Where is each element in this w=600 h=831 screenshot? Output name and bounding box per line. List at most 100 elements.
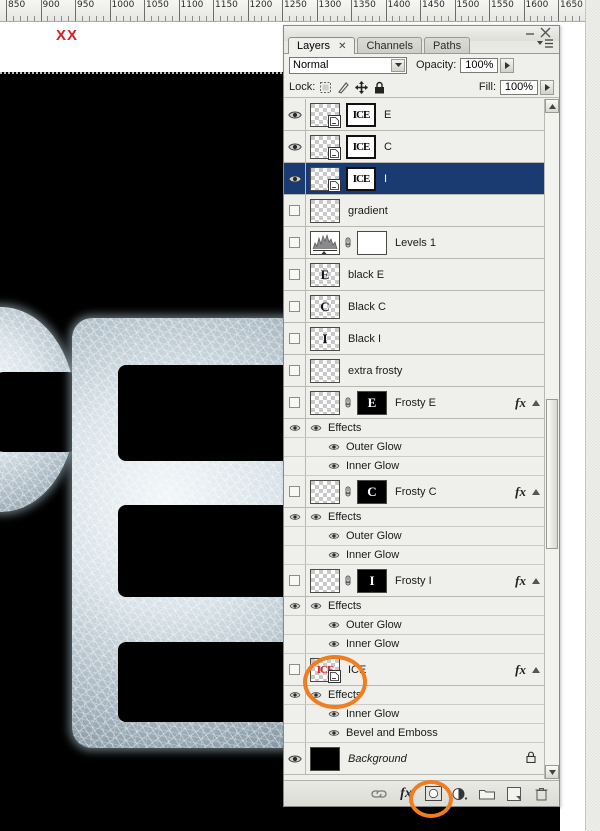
layer-visibility-toggle[interactable]: [284, 565, 306, 596]
layer-name[interactable]: I: [384, 173, 387, 185]
effect-eye-icon[interactable]: [328, 550, 340, 560]
layer-name[interactable]: gradient: [348, 205, 388, 217]
effect-eye-icon[interactable]: [328, 531, 340, 541]
panel-menu-icon[interactable]: [536, 37, 554, 51]
tab-layers[interactable]: Layers ✕: [288, 37, 356, 54]
layer-row[interactable]: ICE C: [284, 131, 544, 163]
layer-name[interactable]: Frosty C: [395, 486, 437, 498]
lock-all-icon[interactable]: [372, 80, 387, 94]
layer-thumbnail[interactable]: [310, 198, 340, 223]
layer-row[interactable]: C Black C: [284, 291, 544, 323]
effect-eye-icon[interactable]: [328, 620, 340, 630]
effects-visibility-toggle[interactable]: [284, 508, 306, 526]
tab-paths[interactable]: Paths: [423, 37, 471, 54]
layer-name[interactable]: Black I: [348, 333, 381, 345]
blend-mode-select[interactable]: Normal: [289, 56, 407, 74]
expand-effects-icon[interactable]: [530, 664, 542, 676]
layer-row[interactable]: Levels 1: [284, 227, 544, 259]
new-layer-button[interactable]: [502, 784, 526, 804]
chevron-down-icon[interactable]: [391, 58, 405, 72]
effects-eye-icon[interactable]: [310, 601, 322, 611]
expand-effects-icon[interactable]: [530, 397, 542, 409]
layer-effect-row[interactable]: Inner Glow: [284, 457, 544, 476]
mask-link-icon[interactable]: [343, 235, 352, 250]
layer-row[interactable]: E Frosty E fx: [284, 387, 544, 419]
layer-visibility-toggle[interactable]: [284, 163, 306, 194]
effects-eye-icon[interactable]: [310, 423, 322, 433]
layer-row[interactable]: C Frosty C fx: [284, 476, 544, 508]
layer-name[interactable]: C: [384, 141, 392, 153]
effect-visibility-cell[interactable]: [284, 438, 306, 456]
add-layer-mask-button[interactable]: [421, 784, 445, 804]
layer-thumbnail[interactable]: ICE: [310, 657, 341, 683]
minimize-icon[interactable]: [525, 28, 535, 38]
layer-thumbnail[interactable]: [310, 358, 340, 383]
layer-name[interactable]: ICE: [348, 664, 366, 676]
layer-name[interactable]: Background: [348, 753, 407, 765]
layer-name[interactable]: extra frosty: [348, 365, 402, 377]
layer-effects-group-row[interactable]: Effects: [284, 508, 544, 527]
layer-effect-row[interactable]: Bevel and Emboss: [284, 724, 544, 743]
new-adjustment-layer-button[interactable]: [448, 784, 472, 804]
effects-visibility-toggle[interactable]: [284, 686, 306, 704]
layer-thumbnail[interactable]: [310, 166, 341, 192]
layer-visibility-toggle[interactable]: [284, 227, 306, 258]
layer-mask-thumbnail[interactable]: E: [357, 390, 387, 415]
fill-input[interactable]: 100%: [500, 79, 538, 95]
layer-thumbnail[interactable]: [310, 390, 340, 415]
effects-eye-icon[interactable]: [310, 512, 322, 522]
mask-link-icon[interactable]: [343, 395, 352, 410]
layer-effect-row[interactable]: Outer Glow: [284, 527, 544, 546]
scrollbar-thumb[interactable]: [546, 399, 558, 549]
image-canvas[interactable]: [0, 72, 283, 831]
layer-visibility-toggle[interactable]: [284, 99, 306, 130]
effect-eye-icon[interactable]: [328, 728, 340, 738]
effect-visibility-cell[interactable]: [284, 527, 306, 545]
layer-row[interactable]: Background: [284, 743, 544, 775]
layer-row[interactable]: ICE ICE fx: [284, 654, 544, 686]
layer-effects-indicator[interactable]: fx: [515, 573, 544, 589]
mask-link-icon[interactable]: [343, 573, 352, 588]
layer-thumbnail[interactable]: [310, 102, 341, 128]
layer-thumbnail[interactable]: I: [310, 326, 340, 351]
add-layer-style-button[interactable]: fx: [394, 784, 418, 804]
layer-thumbnail[interactable]: E: [310, 262, 340, 287]
effect-eye-icon[interactable]: [328, 709, 340, 719]
layer-mask-thumbnail[interactable]: [357, 230, 387, 255]
layer-visibility-toggle[interactable]: [284, 195, 306, 226]
tab-channels[interactable]: Channels: [357, 37, 422, 54]
lock-position-icon[interactable]: [354, 80, 369, 94]
layer-row[interactable]: ICE E: [284, 99, 544, 131]
layer-list[interactable]: ICE E ICE C ICE Igradient Levels 1 Eblack E C Bla…: [284, 99, 559, 779]
layer-list-scrollbar[interactable]: [544, 99, 559, 779]
layer-visibility-toggle[interactable]: [284, 387, 306, 418]
expand-effects-icon[interactable]: [530, 486, 542, 498]
delete-layer-button[interactable]: [529, 784, 553, 804]
layer-row[interactable]: I Frosty I fx: [284, 565, 544, 597]
layer-effects-group-row[interactable]: Effects: [284, 597, 544, 616]
effect-visibility-cell[interactable]: [284, 635, 306, 653]
layer-name[interactable]: Black C: [348, 301, 386, 313]
layer-name[interactable]: Frosty I: [395, 575, 432, 587]
scroll-down-button[interactable]: [545, 765, 559, 779]
lock-transparent-pixels-icon[interactable]: [318, 80, 333, 94]
layer-mask-thumbnail[interactable]: ICE: [346, 166, 376, 191]
layer-effect-row[interactable]: Outer Glow: [284, 616, 544, 635]
layer-effect-row[interactable]: Inner Glow: [284, 546, 544, 565]
layer-visibility-toggle[interactable]: [284, 476, 306, 507]
layer-visibility-toggle[interactable]: [284, 259, 306, 290]
layer-visibility-toggle[interactable]: [284, 323, 306, 354]
effect-visibility-cell[interactable]: [284, 705, 306, 723]
layer-effect-row[interactable]: Outer Glow: [284, 438, 544, 457]
layer-thumbnail[interactable]: [310, 479, 340, 504]
layer-thumbnail[interactable]: C: [310, 294, 340, 319]
layer-thumbnail[interactable]: [310, 134, 341, 160]
layer-mask-thumbnail[interactable]: ICE: [346, 102, 376, 127]
layer-visibility-toggle[interactable]: [284, 743, 306, 774]
fill-slider-arrow-icon[interactable]: [540, 79, 554, 95]
layer-effects-indicator[interactable]: fx: [515, 662, 544, 678]
layer-visibility-toggle[interactable]: [284, 291, 306, 322]
layer-row[interactable]: gradient: [284, 195, 544, 227]
effects-visibility-toggle[interactable]: [284, 597, 306, 615]
layer-thumbnail[interactable]: [310, 568, 340, 593]
